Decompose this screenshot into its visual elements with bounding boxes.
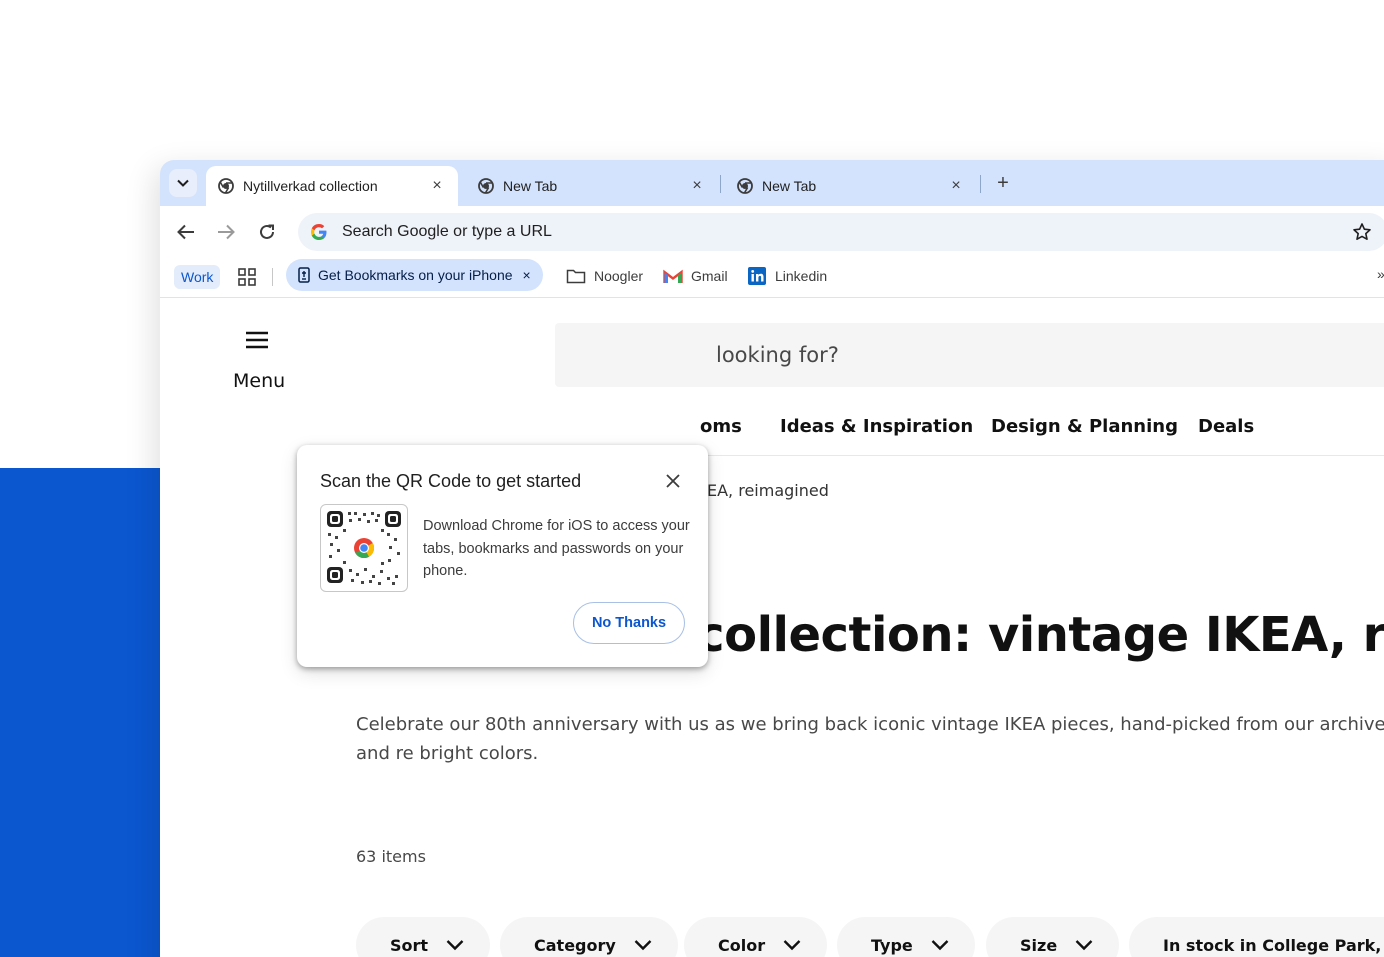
no-thanks-button[interactable]: No Thanks	[573, 602, 685, 644]
bookmark-gmail[interactable]: Gmail	[663, 264, 728, 288]
tab-new-tab-2[interactable]: New Tab ×	[725, 166, 977, 206]
filter-label: Category	[534, 935, 616, 955]
item-count: 63 items	[356, 847, 426, 866]
tab-search-button[interactable]	[169, 169, 197, 197]
tab-new-tab-1[interactable]: New Tab ×	[466, 166, 718, 206]
stage: Nytillverkad collection × New Tab × New …	[0, 0, 1384, 957]
tab-title: Nytillverkad collection	[243, 178, 378, 194]
tab-title: New Tab	[503, 178, 558, 194]
gmail-icon	[663, 267, 683, 285]
popup-title: Scan the QR Code to get started	[320, 471, 582, 491]
tab-close-icon[interactable]: ×	[428, 177, 446, 195]
bookmark-linkedin[interactable]: Linkedin	[747, 264, 827, 288]
nav-item-deals[interactable]: Deals	[1198, 416, 1254, 437]
bookmarks-overflow-icon[interactable]: »	[1377, 266, 1384, 282]
work-profile-chip[interactable]: Work	[174, 265, 221, 289]
linkedin-icon	[747, 267, 767, 285]
filter-label: Color	[718, 935, 766, 955]
chevron-down-icon	[446, 940, 464, 951]
back-button[interactable]	[172, 218, 200, 246]
tab-close-icon[interactable]: ×	[947, 177, 965, 195]
site-search-placeholder: looking for?	[716, 343, 839, 367]
tab-nytillverkad[interactable]: Nytillverkad collection ×	[206, 166, 458, 206]
chevron-down-icon	[177, 179, 189, 187]
filter-label: Type	[871, 935, 913, 955]
star-icon[interactable]	[1352, 222, 1372, 242]
chrome-icon	[218, 178, 234, 194]
chevron-down-icon	[783, 940, 801, 951]
hamburger-menu-icon[interactable]	[246, 331, 268, 349]
promo-close-icon[interactable]: ×	[523, 267, 531, 283]
nav-item-design[interactable]: Design & Planning	[991, 416, 1178, 437]
tab-title: New Tab	[762, 178, 817, 194]
tab-separator	[720, 175, 721, 193]
new-tab-button[interactable]: +	[990, 170, 1016, 196]
tab-strip: Nytillverkad collection × New Tab × New …	[160, 160, 1384, 206]
google-icon	[311, 224, 327, 240]
filter-color-button[interactable]: Color	[684, 917, 828, 957]
browser-window: Nytillverkad collection × New Tab × New …	[160, 160, 1384, 957]
filter-type-button[interactable]: Type	[837, 917, 975, 957]
arrow-left-icon	[177, 224, 194, 240]
close-icon[interactable]	[661, 469, 685, 493]
filter-sort-button[interactable]: Sort	[356, 917, 491, 957]
bookmark-noogler[interactable]: Noogler	[566, 264, 643, 288]
phone-sync-icon	[298, 267, 310, 283]
bookmark-label: Noogler	[594, 268, 644, 284]
reload-icon	[260, 224, 274, 239]
bookmarks-bar: Work Get Bookmarks on your iPhone × Noog…	[160, 258, 1384, 298]
apps-grid-icon[interactable]	[238, 268, 256, 286]
bookmarks-separator	[272, 268, 273, 286]
filter-in-stock-button[interactable]: In stock in College Park, MD	[1129, 917, 1384, 957]
tab-close-icon[interactable]: ×	[688, 177, 706, 195]
page-description: Celebrate our 80th anniversary with us a…	[356, 714, 1384, 764]
blue-decorative-block	[0, 468, 160, 957]
popup-body: Download Chrome for iOS to access your t…	[423, 518, 690, 579]
nav-item-rooms[interactable]: oms	[700, 416, 742, 437]
site-search-bar[interactable]	[555, 323, 1384, 387]
filter-label: In stock in College Park, MD	[1163, 935, 1384, 955]
nav-item-ideas[interactable]: Ideas & Inspiration	[780, 416, 973, 437]
qr-code-image	[320, 504, 408, 592]
chrome-icon	[478, 178, 494, 194]
toolbar: Search Google or type a URL	[160, 206, 1384, 258]
omnibox-text: Search Google or type a URL	[342, 223, 552, 240]
filter-label: Sort	[390, 935, 429, 955]
filter-category-button[interactable]: Category	[500, 917, 678, 957]
filter-size-button[interactable]: Size	[986, 917, 1120, 957]
web-page: Menu looking for? oms Ideas & Inspiratio…	[160, 299, 1384, 957]
breadcrumb[interactable]: EA, reimagined	[707, 481, 829, 500]
menu-label[interactable]: Menu	[233, 370, 285, 392]
bookmark-label: Linkedin	[775, 268, 828, 284]
omnibox[interactable]: Search Google or type a URL	[298, 213, 1384, 251]
promo-label: Get Bookmarks on your iPhone	[318, 267, 513, 283]
folder-icon	[566, 267, 586, 285]
chevron-down-icon	[634, 940, 652, 951]
arrow-right-icon	[218, 224, 235, 240]
chrome-icon	[737, 178, 753, 194]
chevron-down-icon	[1075, 940, 1093, 951]
chevron-down-icon	[931, 940, 949, 951]
get-bookmarks-promo[interactable]: Get Bookmarks on your iPhone ×	[286, 259, 543, 291]
reload-button[interactable]	[253, 218, 281, 246]
qr-code-popup: Scan the QR Code to get started Download…	[297, 445, 708, 667]
tab-separator	[980, 175, 981, 193]
forward-button[interactable]	[212, 218, 240, 246]
filter-label: Size	[1020, 935, 1058, 955]
bookmark-label: Gmail	[691, 268, 728, 284]
